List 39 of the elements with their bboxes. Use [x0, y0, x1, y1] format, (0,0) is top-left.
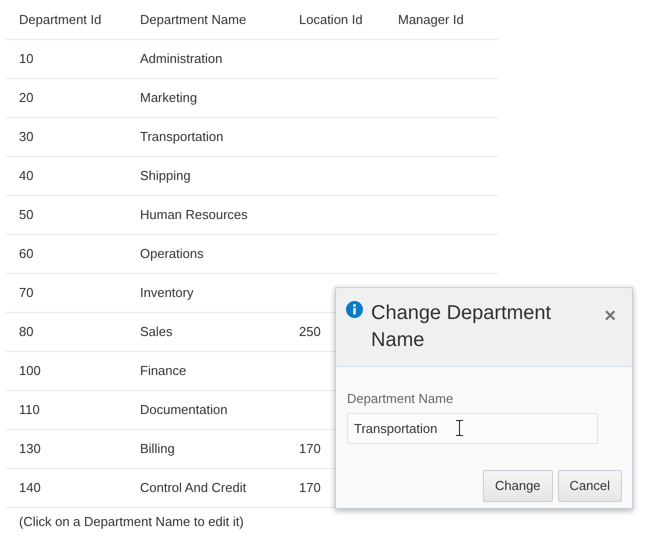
department-name-link[interactable]: Inventory: [140, 285, 194, 300]
table-cell: 170: [299, 480, 321, 496]
table-cell: 170: [299, 441, 321, 456]
department-name-link[interactable]: Billing: [140, 441, 175, 456]
table-cell: 40: [19, 168, 34, 184]
table-cell: 100: [19, 363, 41, 378]
department-name-link[interactable]: Transportation: [140, 129, 224, 144]
department-name-link[interactable]: Control And Credit: [140, 480, 246, 496]
department-name-link[interactable]: Finance: [140, 363, 186, 378]
department-name-link[interactable]: Human Resources: [140, 207, 248, 222]
table-cell: 250: [299, 324, 321, 340]
table-cell: 140: [19, 480, 41, 496]
table-cell: 80: [19, 324, 34, 340]
department-name-link[interactable]: Operations: [140, 246, 204, 262]
column-header: Manager Id: [398, 12, 464, 27]
department-name-link[interactable]: Sales: [140, 324, 173, 340]
field-label: Department Name: [347, 390, 454, 408]
department-name-link[interactable]: Documentation: [140, 402, 228, 418]
table-cell: 110: [19, 402, 40, 418]
table-cell: 130: [19, 441, 41, 456]
column-header: Department Name: [140, 12, 246, 27]
close-button[interactable]: ×: [600, 306, 620, 326]
department-name-link[interactable]: Marketing: [140, 90, 198, 106]
table-cell: 60: [19, 246, 34, 262]
dialog-title: Change Department Name: [371, 301, 552, 353]
column-header: Department Id: [19, 12, 102, 27]
table-cell: 30: [19, 129, 34, 144]
table-cell: 20: [19, 90, 34, 106]
table-cell: 70: [19, 285, 34, 300]
department-name-link[interactable]: Shipping: [140, 168, 191, 184]
column-header: Location Id: [299, 12, 363, 27]
department-name-field[interactable]: Transportation: [347, 412, 598, 444]
dialog-button[interactable]: Cancel: [558, 470, 622, 502]
department-name-link[interactable]: Administration: [140, 51, 222, 66]
table-cell: 10: [19, 51, 34, 66]
info-icon: [346, 301, 363, 318]
table-cell: 50: [19, 207, 34, 222]
dialog-button[interactable]: Change: [482, 470, 553, 502]
hint-text: (Click on a Department Name to edit it): [19, 513, 244, 531]
